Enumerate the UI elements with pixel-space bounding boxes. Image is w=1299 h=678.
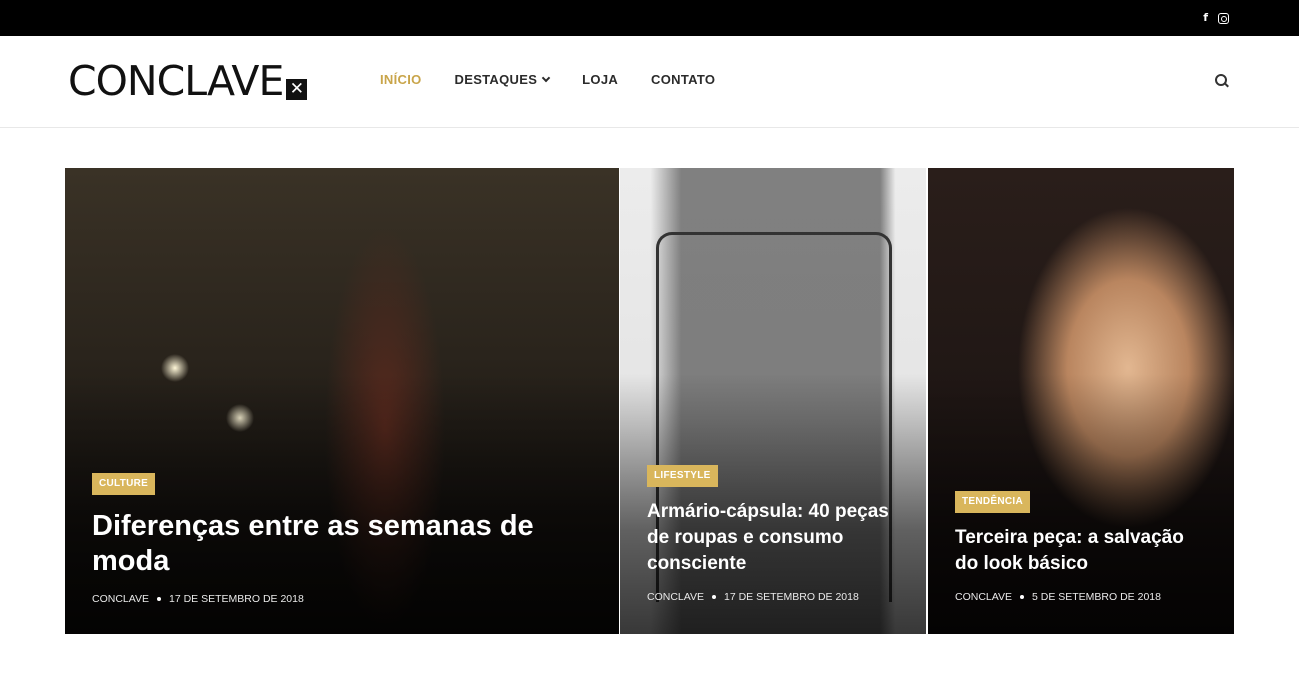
- category-badge[interactable]: LIFESTYLE: [647, 465, 718, 487]
- instagram-icon[interactable]: [1218, 13, 1229, 24]
- meta-separator: [712, 595, 716, 599]
- nav-item-loja[interactable]: LOJA: [582, 72, 618, 87]
- facebook-icon[interactable]: f: [1203, 10, 1208, 26]
- nav-label: DESTAQUES: [454, 72, 538, 87]
- site-header: CONCLAVE ✕ INÍCIO DESTAQUES LOJA CONTATO: [0, 36, 1299, 128]
- meta-separator: [1020, 595, 1024, 599]
- search-icon[interactable]: [1215, 74, 1229, 88]
- nav-item-destaques[interactable]: DESTAQUES: [454, 72, 551, 87]
- nav-label: CONTATO: [651, 72, 716, 87]
- social-links: f: [1203, 10, 1229, 26]
- card-author[interactable]: CONCLAVE: [647, 591, 704, 603]
- site-logo[interactable]: CONCLAVE ✕: [68, 57, 308, 105]
- category-badge[interactable]: TENDÊNCIA: [955, 491, 1031, 513]
- card-title[interactable]: Armário-cápsula: 40 peças de roupas e co…: [647, 499, 902, 577]
- top-bar: f: [0, 0, 1299, 36]
- meta-separator: [157, 597, 161, 601]
- card-author[interactable]: CONCLAVE: [955, 591, 1012, 603]
- nav-item-contato[interactable]: CONTATO: [651, 72, 715, 87]
- featured-card-3[interactable]: TENDÊNCIA Terceira peça: a salvação do l…: [928, 168, 1234, 634]
- card-content: LIFESTYLE Armário-cápsula: 40 peças de r…: [647, 465, 902, 603]
- card-content: TENDÊNCIA Terceira peça: a salvação do l…: [955, 491, 1210, 603]
- nav-label: INÍCIO: [380, 72, 422, 87]
- card-date: 5 DE SETEMBRO DE 2018: [1032, 591, 1161, 603]
- category-badge[interactable]: CULTURE: [92, 473, 156, 495]
- chevron-down-icon: [541, 73, 551, 82]
- card-meta: CONCLAVE 5 DE SETEMBRO DE 2018: [955, 591, 1210, 603]
- card-author[interactable]: CONCLAVE: [92, 593, 149, 605]
- nav-item-inicio[interactable]: INÍCIO: [380, 72, 422, 87]
- card-date: 17 DE SETEMBRO DE 2018: [169, 593, 304, 605]
- card-meta: CONCLAVE 17 DE SETEMBRO DE 2018: [647, 591, 902, 603]
- main-nav: INÍCIO DESTAQUES LOJA CONTATO: [380, 72, 715, 87]
- card-content: CULTURE Diferenças entre as semanas de m…: [92, 473, 595, 605]
- card-meta: CONCLAVE 17 DE SETEMBRO DE 2018: [92, 593, 595, 605]
- featured-card-1[interactable]: CULTURE Diferenças entre as semanas de m…: [65, 168, 619, 634]
- featured-card-2[interactable]: LIFESTYLE Armário-cápsula: 40 peças de r…: [620, 168, 926, 634]
- logo-wordmark: CONCLAVE: [68, 57, 284, 105]
- card-date: 17 DE SETEMBRO DE 2018: [724, 591, 859, 603]
- nav-label: LOJA: [582, 72, 619, 87]
- card-title[interactable]: Diferenças entre as semanas de moda: [92, 509, 595, 579]
- logo-mark: ✕: [286, 79, 308, 100]
- card-title[interactable]: Terceira peça: a salvação do look básico: [955, 525, 1210, 577]
